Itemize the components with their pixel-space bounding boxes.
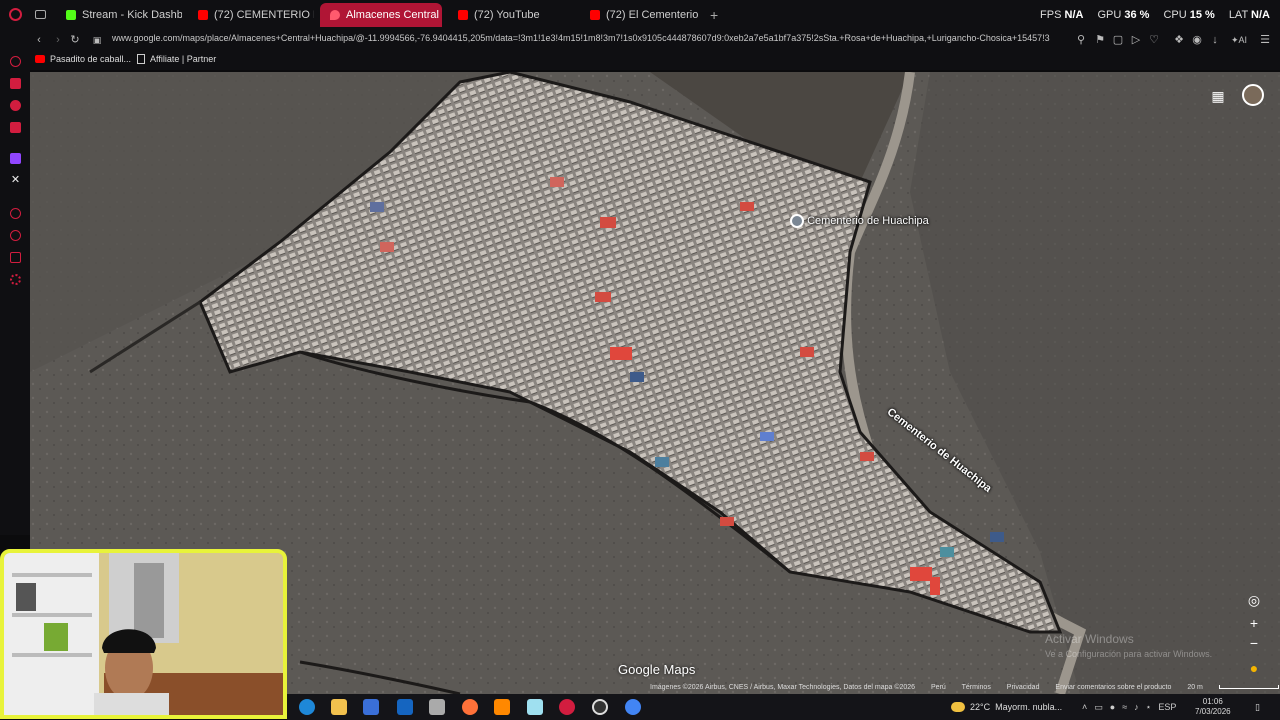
bookmark-pasadito[interactable]: Pasadito de caball... [35, 54, 131, 64]
opera-menu-icon[interactable] [9, 8, 22, 21]
ai-sidebar-icon[interactable] [10, 56, 21, 67]
performance-overlay: FPS N/A GPU 36 % CPU 15 % LAT N/A [1040, 9, 1270, 21]
lock-icon: ▣ [92, 35, 102, 45]
chrome-icon[interactable] [625, 699, 641, 715]
clock[interactable]: 01:06 7/03/2026 [1195, 694, 1231, 720]
opera-gx-icon[interactable] [559, 699, 575, 715]
url-input[interactable]: www.google.com/maps/place/Almacenes+Cent… [112, 33, 1072, 43]
scale-label[interactable]: 20 m [1187, 684, 1203, 691]
page-icon [137, 54, 145, 64]
extensions-icon[interactable]: ❖ [1172, 33, 1186, 47]
bookmarks-sidebar-icon[interactable] [10, 252, 21, 263]
store-icon[interactable] [363, 699, 379, 715]
new-tab-button[interactable]: + [706, 3, 722, 27]
snapshot-icon[interactable]: ▢ [1111, 33, 1125, 47]
pegman-icon[interactable]: ● [1244, 658, 1264, 678]
history-icon[interactable] [10, 230, 21, 241]
scale-bar [1218, 685, 1279, 689]
tray-app-icon[interactable]: ▭ [1094, 702, 1103, 713]
bookmark-affiliate[interactable]: Affiliate | Partner [137, 54, 216, 64]
forward-icon[interactable]: › [51, 33, 65, 47]
feedback-link[interactable]: Enviar comentarios sobre el producto [1055, 684, 1171, 691]
notifications-icon[interactable]: ▯ [1255, 694, 1260, 720]
obs-icon[interactable] [592, 699, 608, 715]
player-icon[interactable] [10, 208, 21, 219]
reload-icon[interactable]: ↻ [68, 33, 82, 47]
terms-link[interactable]: Términos [962, 684, 991, 691]
map-attribution: Imágenes ©2026 Airbus, CNES / Airbus, Ma… [650, 684, 1280, 691]
maps-pin-icon [330, 10, 340, 20]
outlook-icon[interactable] [397, 699, 413, 715]
tab-youtube-cementerio[interactable]: (72) CEMENTERIO EL SAU [188, 3, 314, 27]
file-explorer-icon[interactable] [331, 699, 347, 715]
bookmarks-bar: Pasadito de caball... Affiliate | Partne… [0, 50, 1280, 70]
wifi-icon[interactable]: ≈ [1122, 702, 1127, 712]
youtube-icon [590, 10, 600, 20]
microphone-icon[interactable]: ● [1110, 702, 1115, 712]
browser-tab-bar: Stream - Kick Dashboard (72) CEMENTERIO … [0, 0, 1280, 30]
kick-icon [66, 10, 76, 20]
address-bar-row: ‹ › ↻ ▣ www.google.com/maps/place/Almace… [0, 30, 1280, 50]
firefox-icon[interactable] [462, 699, 478, 715]
zoom-icon[interactable]: ⚲ [1074, 33, 1088, 47]
my-location-icon[interactable]: ◎ [1244, 590, 1264, 610]
privacy-link[interactable]: Privacidad [1007, 684, 1040, 691]
pin-icon[interactable]: ⚑ [1093, 33, 1107, 47]
edge-icon[interactable] [299, 699, 315, 715]
cemetery-pin-icon [790, 214, 804, 228]
notepad-icon[interactable] [527, 699, 543, 715]
google-maps-logo: Google Maps [618, 662, 696, 677]
zoom-in-button[interactable]: + [1244, 613, 1264, 633]
aria-ai-icon[interactable]: ✦AI [1228, 33, 1250, 47]
weather-widget[interactable]: 22°C Mayorm. nubla... [951, 694, 1062, 720]
heart-icon[interactable]: ♡ [1147, 33, 1161, 47]
apps-grid-icon[interactable]: ▦ [1208, 86, 1228, 106]
browser-sidebar: ✕ [0, 50, 30, 535]
cloud-sun-icon [951, 702, 965, 712]
windows-taskbar: 22°C Mayorm. nubla... ˄ ▭ ● ≈ ♪ ⋆ ESP 01… [287, 694, 1280, 720]
bluetooth-icon[interactable]: ⋆ [1146, 702, 1152, 713]
play-icon[interactable]: ▷ [1129, 33, 1143, 47]
tab-youtube-cementerio-mas[interactable]: (72) El Cementerio MÁS A [580, 3, 700, 27]
tab-kick-dashboard[interactable]: Stream - Kick Dashboard [56, 3, 182, 27]
gmail-icon[interactable] [10, 122, 21, 133]
youtube-icon [458, 10, 468, 20]
youtube-icon [198, 10, 208, 20]
menu-icon[interactable]: ☰ [1258, 33, 1272, 47]
country-link[interactable]: Perú [931, 684, 946, 691]
webcam-overlay [0, 549, 287, 719]
twitch-icon[interactable] [10, 153, 21, 164]
account-avatar[interactable] [1242, 84, 1264, 106]
wallet-icon[interactable]: ◉ [1190, 33, 1204, 47]
youtube-icon [35, 55, 45, 63]
vlc-icon[interactable] [494, 699, 510, 715]
x-icon[interactable]: ✕ [10, 175, 21, 186]
place-marker-cementerio[interactable]: Cementerio de Huachipa [790, 214, 929, 228]
tab-youtube[interactable]: (72) YouTube [448, 3, 574, 27]
zoom-out-button[interactable]: − [1244, 633, 1264, 653]
tab-google-maps[interactable]: Almacenes Central Huach [320, 3, 442, 27]
system-tray: ˄ ▭ ● ≈ ♪ ⋆ ESP [1082, 694, 1176, 720]
tab-overview-icon[interactable] [35, 10, 46, 19]
windows-activation-watermark: Activar Windows Ve a Configuración para … [1045, 632, 1213, 659]
extensions-sidebar-icon[interactable] [10, 78, 21, 89]
download-icon[interactable]: ↓ [1208, 33, 1222, 47]
webcam-feed [4, 553, 283, 715]
messenger-icon[interactable] [10, 100, 21, 111]
settings-icon[interactable] [10, 274, 21, 285]
language-indicator[interactable]: ESP [1158, 702, 1176, 712]
volume-icon[interactable]: ♪ [1134, 702, 1139, 712]
back-icon[interactable]: ‹ [32, 33, 46, 47]
tray-chevron-icon[interactable]: ˄ [1082, 702, 1087, 712]
app-icon[interactable] [429, 699, 445, 715]
